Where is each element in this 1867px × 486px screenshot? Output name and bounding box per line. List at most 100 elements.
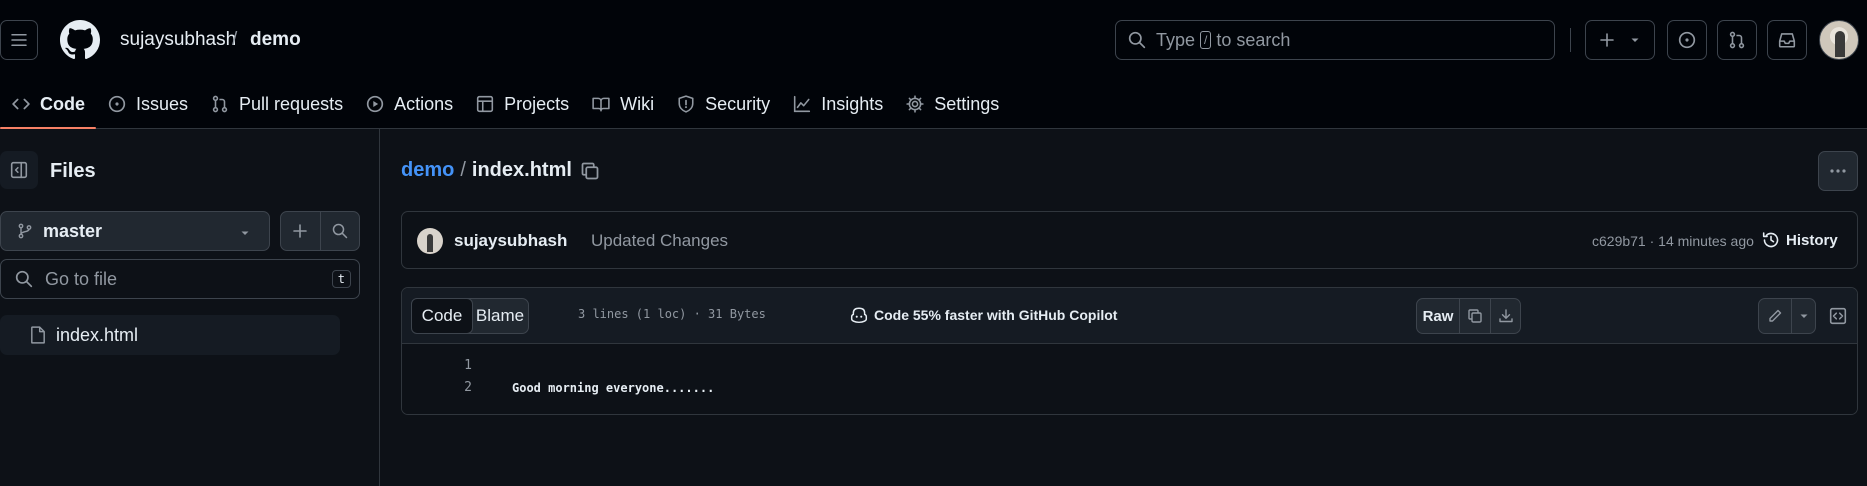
pull-request-icon xyxy=(1729,31,1745,49)
history-icon xyxy=(1762,232,1779,248)
sidebar-actions xyxy=(280,211,360,251)
graph-icon xyxy=(792,94,812,114)
create-new-button[interactable] xyxy=(1585,20,1655,60)
view-mode-toggle: Code Blame xyxy=(411,298,529,334)
files-title: Files xyxy=(50,160,96,182)
raw-button[interactable]: Raw xyxy=(1417,299,1459,333)
breadcrumb-owner[interactable]: sujaysubhash xyxy=(120,29,236,51)
add-file-button[interactable] xyxy=(281,212,320,250)
go-to-file-input[interactable]: Go to file t xyxy=(0,259,360,299)
copilot-promo-link[interactable]: Code 55% faster with GitHub Copilot xyxy=(850,306,1117,324)
tab-label: Actions xyxy=(394,93,454,114)
code-line: 1 xyxy=(402,355,512,377)
code-icon xyxy=(11,94,31,114)
tab-settings[interactable]: Settings xyxy=(894,80,1010,128)
issues-button[interactable] xyxy=(1667,20,1707,60)
play-icon xyxy=(365,94,385,114)
tab-code[interactable]: Code xyxy=(0,80,96,129)
pull-requests-button[interactable] xyxy=(1717,20,1757,60)
code-lines: 1 2 Good morning everyone....... xyxy=(402,344,1857,414)
commit-meta[interactable]: c629b71 · 14 minutes ago xyxy=(1592,233,1754,249)
file-tree-sidebar: Files master Go to file t index.html xyxy=(0,129,380,486)
copilot-icon xyxy=(850,307,868,324)
inbox-button[interactable] xyxy=(1767,20,1807,60)
edit-file-button[interactable] xyxy=(1759,299,1791,333)
tab-label: Insights xyxy=(821,93,884,114)
git-branch-icon xyxy=(18,223,32,239)
tab-blame-view[interactable]: Blame xyxy=(472,299,528,333)
edit-options-button[interactable] xyxy=(1791,299,1815,333)
tab-actions[interactable]: Actions xyxy=(354,80,464,128)
pencil-icon xyxy=(1769,309,1782,322)
github-mark-icon xyxy=(60,20,100,60)
breadcrumb-separator: / xyxy=(232,29,238,50)
tab-security[interactable]: Security xyxy=(665,80,781,128)
copilot-promo-text: Code 55% faster with GitHub Copilot xyxy=(874,307,1118,323)
repo-nav: Code Issues Pull requests Actions Projec… xyxy=(0,80,1010,129)
search-icon xyxy=(332,223,347,239)
user-avatar[interactable] xyxy=(1819,20,1859,60)
branch-name: master xyxy=(43,220,103,241)
file-name: index.html xyxy=(56,324,139,345)
inbox-icon xyxy=(1778,33,1796,48)
tab-label: Projects xyxy=(504,93,570,114)
tab-label: Code xyxy=(40,93,85,114)
copy-icon xyxy=(1468,309,1482,323)
file-stats: 3 lines (1 loc) · 31 Bytes xyxy=(578,307,766,321)
history-button[interactable]: History xyxy=(1762,231,1838,249)
plus-icon xyxy=(1600,33,1614,47)
search-placeholder-prefix: Type xyxy=(1156,29,1196,50)
search-icon xyxy=(1128,31,1146,49)
caret-down-icon xyxy=(1631,38,1639,42)
tab-issues[interactable]: Issues xyxy=(96,80,199,128)
tab-label: Settings xyxy=(934,93,1000,114)
caret-down-icon xyxy=(241,231,249,235)
file-icon xyxy=(31,326,45,344)
breadcrumb-repo[interactable]: demo xyxy=(250,29,301,51)
branch-selector[interactable]: master xyxy=(0,211,270,251)
tab-wiki[interactable]: Wiki xyxy=(580,80,665,128)
copy-raw-button[interactable] xyxy=(1459,299,1490,333)
avatar[interactable] xyxy=(417,228,443,254)
menu-button[interactable] xyxy=(0,20,38,60)
tab-pull-requests[interactable]: Pull requests xyxy=(199,80,354,128)
kebab-horizontal-icon xyxy=(1830,169,1846,173)
download-icon xyxy=(1498,309,1513,323)
more-options-button[interactable] xyxy=(1818,151,1858,191)
tab-label: Issues xyxy=(136,93,189,114)
go-to-file-placeholder: Go to file xyxy=(45,268,118,289)
search-icon xyxy=(15,270,33,288)
tab-insights[interactable]: Insights xyxy=(781,80,894,128)
path-file-name: index.html xyxy=(471,159,572,181)
pull-request-icon xyxy=(210,94,230,114)
code-viewer: Code Blame 3 lines (1 loc) · 31 Bytes Co… xyxy=(401,287,1858,415)
code-line: 2 Good morning everyone....... xyxy=(402,377,714,399)
line-number[interactable]: 1 xyxy=(402,355,472,377)
path-repo-link[interactable]: demo xyxy=(401,159,454,182)
file-path-breadcrumb: demo / index.html xyxy=(401,159,600,182)
search-input[interactable]: Type / to search xyxy=(1115,20,1555,60)
book-icon xyxy=(591,94,611,114)
tab-label: Pull requests xyxy=(239,93,344,114)
path-separator: / xyxy=(460,159,466,181)
symbols-panel-button[interactable] xyxy=(1824,298,1852,334)
issue-icon xyxy=(1678,31,1696,49)
tab-code-view[interactable]: Code xyxy=(411,298,473,334)
search-files-button[interactable] xyxy=(319,212,360,250)
file-tree-item[interactable]: index.html xyxy=(0,315,340,355)
download-button[interactable] xyxy=(1490,299,1520,333)
shield-icon xyxy=(676,94,696,114)
line-content xyxy=(472,355,512,377)
file-view: demo / index.html sujaysubhash Updated C… xyxy=(381,129,1867,486)
collapse-sidebar-button[interactable] xyxy=(0,151,38,189)
tab-label: Security xyxy=(705,93,771,114)
copy-icon[interactable] xyxy=(580,161,600,181)
tab-projects[interactable]: Projects xyxy=(464,80,580,128)
code-toolbar: Code Blame 3 lines (1 loc) · 31 Bytes Co… xyxy=(402,288,1857,344)
commit-author[interactable]: sujaysubhash xyxy=(454,231,567,251)
line-number[interactable]: 2 xyxy=(402,377,472,399)
edit-actions xyxy=(1758,298,1816,334)
commit-message[interactable]: Updated Changes xyxy=(591,231,728,251)
github-logo[interactable] xyxy=(60,20,100,60)
tab-label: Wiki xyxy=(620,93,655,114)
